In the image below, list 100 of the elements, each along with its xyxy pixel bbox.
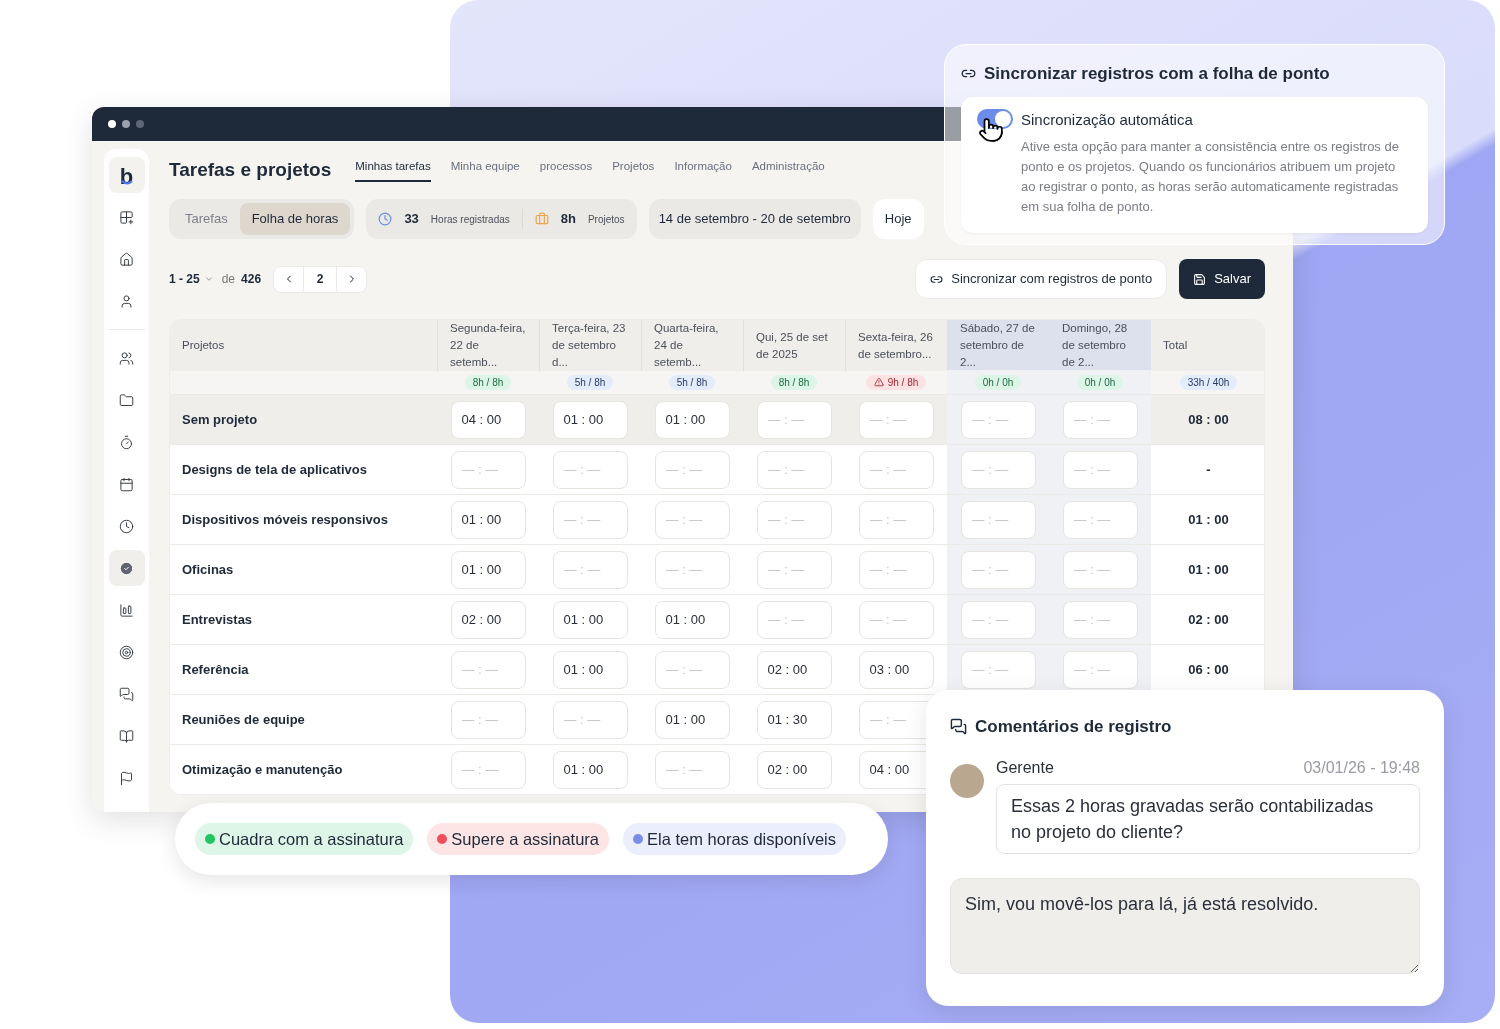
save-icon [1193,272,1207,286]
time-field[interactable]: 03 : 00 [858,650,934,689]
column-header: Qui, 25 de set de 2025 [743,320,845,371]
row-total: 01 : 00 [1188,510,1229,529]
table-row[interactable]: Oficinas 01 : 00 — : — — : — — : — — : — — : — — : — 01 : 00 [170,544,1264,594]
time-field[interactable]: — : — [858,400,934,439]
flag-icon [119,770,134,786]
time-field[interactable]: 02 : 00 [450,600,526,639]
time-field[interactable]: 01 : 00 [654,400,730,439]
time-field[interactable]: — : — [654,450,730,489]
nav-tab[interactable]: Minhas tarefas [355,158,431,182]
current-page: 2 [303,266,338,292]
time-field[interactable]: — : — [654,650,730,689]
time-field[interactable]: 01 : 00 [552,650,628,689]
time-field[interactable]: — : — [960,600,1036,639]
pagination-of: de [221,271,236,288]
time-field[interactable]: — : — [1062,400,1138,439]
time-field[interactable]: — : — [1062,500,1138,539]
time-field[interactable]: 02 : 00 [756,650,832,689]
time-field[interactable]: — : — [960,400,1036,439]
column-header: Segunda-feira, 22 de setemb... [437,320,539,371]
caret-icon [203,274,214,284]
time-field[interactable]: — : — [450,450,526,489]
nav-tab[interactable]: Informação [674,158,732,182]
nav-tab[interactable]: Administração [751,158,825,182]
legend-tag: Supere a assinatura [427,823,610,855]
today-button[interactable]: Hoje [872,199,924,239]
time-field[interactable]: — : — [960,450,1036,489]
row-total: 01 : 00 [1188,560,1229,579]
time-field[interactable]: 01 : 00 [552,400,628,439]
project-name: Entrevistas [182,610,253,629]
time-field[interactable]: — : — [450,750,526,789]
time-field[interactable]: — : — [756,450,832,489]
table-row[interactable]: Sem projeto 04 : 00 01 : 00 01 : 00 — : — — : — — : — — : — 08 : 00 [170,394,1264,444]
time-field[interactable]: 01 : 00 [654,700,730,739]
time-field[interactable]: — : — [756,500,832,539]
time-field[interactable]: — : — [552,550,628,589]
stat-label: Projetos [587,212,625,227]
time-field[interactable]: — : — [1062,550,1138,589]
time-field[interactable]: — : — [450,700,526,739]
hours-badge: 0h / 0h [1076,374,1124,390]
time-field[interactable]: 02 : 00 [756,750,832,789]
time-field[interactable]: — : — [960,650,1036,689]
chat-icon [950,718,967,736]
toggle-label: Sincronização automática [1021,109,1194,130]
time-field[interactable]: — : — [756,400,832,439]
time-field[interactable]: — : — [858,550,934,589]
hours-badge: 33h / 40h [1179,374,1238,390]
project-name: Dispositivos móveis responsivos [182,510,388,529]
column-header: Sábado, 27 de setembro de 2... [947,320,1049,371]
time-field[interactable]: — : — [654,750,730,789]
sync-button[interactable]: Sincronizar com registros de ponto [915,259,1168,299]
time-field[interactable]: 01 : 00 [654,600,730,639]
time-field[interactable]: — : — [1062,650,1138,689]
nav-tab[interactable]: processos [539,158,593,182]
time-field[interactable]: 01 : 00 [450,500,526,539]
time-field[interactable]: — : — [654,500,730,539]
time-field[interactable]: 01 : 00 [450,550,526,589]
time-field[interactable]: — : — [1062,600,1138,639]
time-field[interactable]: — : — [552,500,628,539]
time-field[interactable]: — : — [858,600,934,639]
comment-time: 03/01/26 - 19:48 [1303,757,1420,778]
time-field[interactable]: — : — [450,650,526,689]
time-field[interactable]: — : — [858,450,934,489]
time-field[interactable]: — : — [654,550,730,589]
pagination-total: 426 [241,271,262,288]
project-name: Otimização e manutenção [182,760,343,779]
save-button[interactable]: Salvar [1179,259,1265,299]
page-range-select[interactable]: 1 - 25 [169,270,214,288]
time-field[interactable]: 01 : 30 [756,700,832,739]
sidebar-item[interactable] [108,550,145,586]
nav-tab[interactable]: Minha equipe [450,158,520,182]
reply-field[interactable]: Sim, vou movê-los para lá, já está resolvido. [950,877,1420,974]
hand-cursor-icon [978,116,1004,143]
view-tab[interactable]: Folha de horas [239,203,351,235]
home-icon [119,251,134,267]
table-row[interactable]: Dispositivos móveis responsivos 01 : 00 — : — — : — — : — — : — — : — — : — 01 : 00 [170,494,1264,544]
time-field[interactable]: — : — [756,550,832,589]
time-field[interactable]: — : — [858,500,934,539]
time-field[interactable]: — : — [756,600,832,639]
time-field[interactable]: — : — [1062,450,1138,489]
time-field[interactable]: 01 : 00 [552,750,628,789]
nav-tab[interactable]: Projetos [612,158,655,182]
user-icon [119,293,134,309]
time-field[interactable]: 01 : 00 [552,600,628,639]
project-name: Referência [182,660,249,679]
date-range-picker[interactable]: 14 de setembro - 20 de setembro [648,199,861,239]
toggle-description: Ative esta opção para manter a consistência entre os registros de ponto e os projetos. Quando os funcionários atribuem um projeto ao registrar o ponto, as horas serão automaticamente registradas em sua folha de ponto. [1021,138,1400,216]
time-field[interactable]: — : — [552,700,628,739]
time-field[interactable]: 04 : 00 [450,400,526,439]
table-row[interactable]: Designs de tela de aplicativos — : — — : — — : — — : — — : — — : — — : — - [170,444,1264,494]
time-field[interactable]: — : — [960,550,1036,589]
hours-badge: 8h / 8h [464,374,512,390]
time-field[interactable]: — : — [960,500,1036,539]
table-row[interactable]: Entrevistas 02 : 00 01 : 00 01 : 00 — : — — : — — : — — : — 02 : 00 [170,594,1264,644]
hours-badge: 9h / 8h [865,374,927,390]
time-field[interactable]: — : — [552,450,628,489]
comment-author: Gerente [996,757,1054,778]
comment-text: Essas 2 horas gravadas serão contabilizadas no projeto do cliente? [996,783,1420,854]
project-name: Designs de tela de aplicativos [182,460,367,479]
